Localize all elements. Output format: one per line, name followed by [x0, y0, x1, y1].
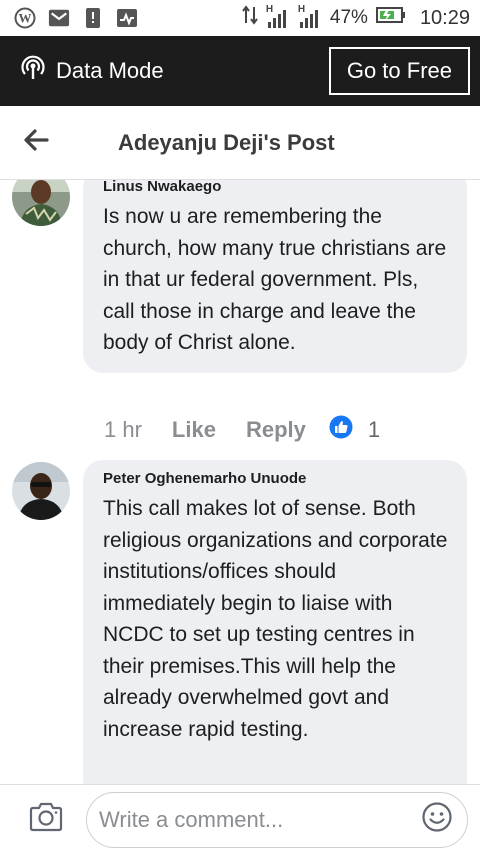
status-bar: W H H 47% 10:29 [0, 0, 480, 36]
avatar[interactable] [12, 180, 70, 226]
comment-text: Is now u are remembering the church, how… [103, 205, 447, 354]
camera-icon [28, 801, 64, 838]
like-button[interactable]: Like [172, 417, 216, 443]
comment-actions: 1 hr Like Reply 1 [104, 414, 380, 446]
comment-text: This call makes lot of sense. Both relig… [103, 497, 448, 741]
post-header: Adeyanju Deji's Post [0, 106, 480, 180]
avatar[interactable] [12, 462, 70, 520]
network-type-label: H [265, 4, 274, 15]
smiley-icon [421, 801, 453, 838]
broadcast-icon [20, 55, 46, 87]
like-reaction-icon [328, 414, 354, 446]
signal-1-icon: H [266, 4, 290, 28]
activity-icon [116, 7, 138, 29]
back-button[interactable] [0, 106, 72, 180]
back-arrow-icon [23, 129, 49, 156]
comments-list: Linus Nwakaego Is now u are remembering … [0, 180, 480, 784]
gmail-icon [48, 7, 70, 29]
comment-input-wrapper [86, 791, 468, 848]
data-mode-bar: Data Mode Go to Free [0, 36, 480, 106]
comment-author[interactable]: Peter Oghenemarho Unuode [103, 470, 449, 487]
clock: 10:29 [419, 6, 470, 29]
network-type-label-2: H [297, 4, 306, 15]
data-mode-indicator: Data Mode [20, 55, 164, 87]
svg-text:W: W [19, 11, 32, 26]
comment-bubble: Peter Oghenemarho Unuode This call makes… [83, 460, 467, 784]
go-to-free-button[interactable]: Go to Free [328, 47, 470, 95]
reaction-summary[interactable]: 1 [328, 414, 380, 446]
data-arrows-icon [242, 5, 258, 31]
battery-percent: 47% [329, 7, 368, 28]
comment-author[interactable]: Linus Nwakaego [103, 180, 449, 195]
comment-composer [0, 784, 480, 854]
emoji-button[interactable] [419, 802, 455, 838]
wordpress-icon: W [14, 7, 36, 29]
phone-alert-icon [82, 7, 104, 29]
notification-icons: W [14, 7, 138, 29]
battery-icon [375, 6, 406, 30]
system-indicators: H H 47% 10:29 [242, 4, 470, 31]
signal-2-icon: H [298, 4, 322, 28]
data-mode-label: Data Mode [56, 58, 164, 83]
comment-time[interactable]: 1 hr [104, 417, 142, 443]
reaction-count: 1 [367, 417, 381, 442]
camera-button[interactable] [26, 800, 66, 840]
page-title: Adeyanju Deji's Post [118, 129, 335, 155]
comment-bubble: Linus Nwakaego Is now u are remembering … [83, 180, 467, 373]
comment-input[interactable] [99, 806, 419, 833]
reply-button[interactable]: Reply [246, 417, 306, 443]
